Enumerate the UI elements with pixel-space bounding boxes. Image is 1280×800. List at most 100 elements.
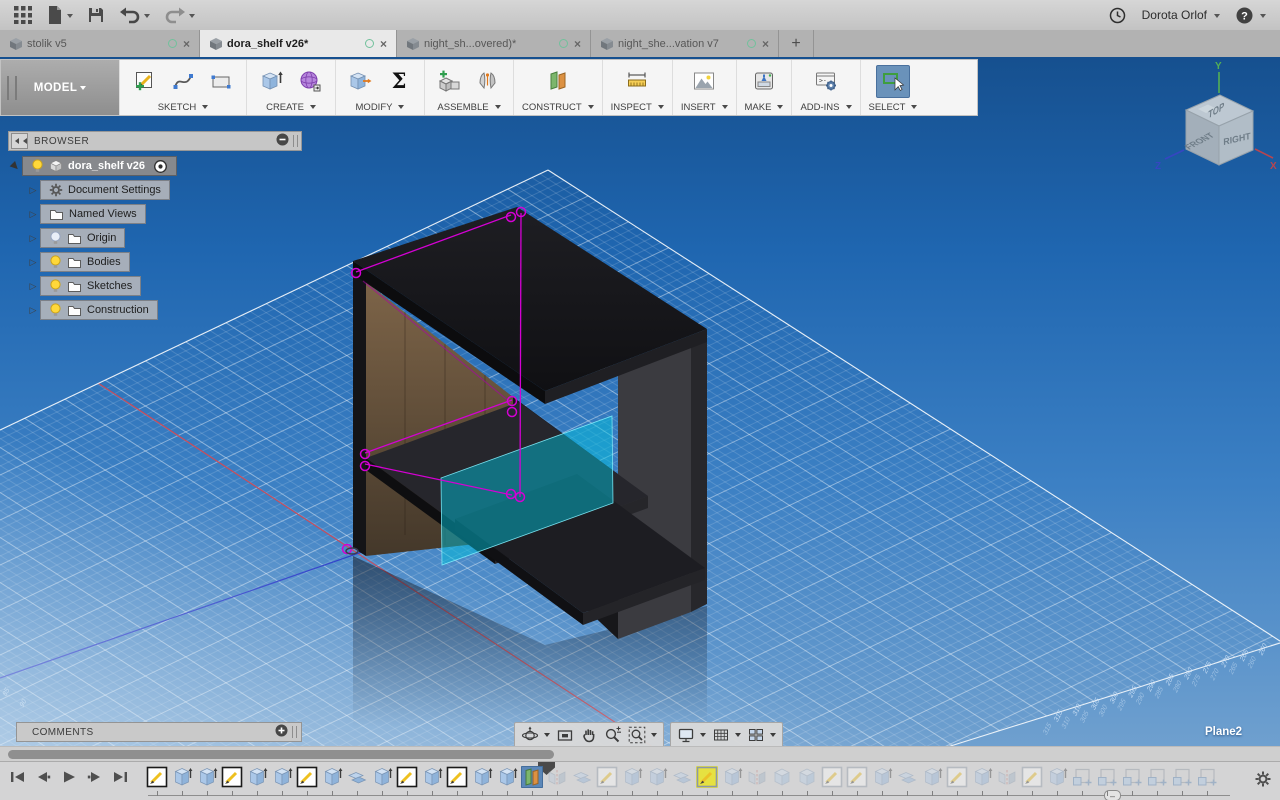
zoom-tool-icon[interactable] <box>601 726 625 744</box>
expand-caret-icon[interactable]: ▷ <box>26 185 40 196</box>
timeline-feature-component-icon[interactable] <box>1146 766 1168 788</box>
timeline-feature-extrude-icon[interactable] <box>421 766 443 788</box>
tab-close-icon[interactable]: × <box>762 38 769 50</box>
app-grid-icon[interactable] <box>14 4 32 26</box>
tab-close-icon[interactable]: × <box>183 38 190 50</box>
timeline-feature-extrude-icon[interactable] <box>271 766 293 788</box>
help-menu[interactable]: ? <box>1236 4 1266 26</box>
toolbar-menu-create[interactable]: CREATE <box>266 99 316 115</box>
browser-item-construction[interactable]: Construction <box>40 300 158 320</box>
browser-item-origin[interactable]: Origin <box>40 228 126 248</box>
undo-icon[interactable] <box>119 4 141 26</box>
view-cube[interactable]: TOP FRONT RIGHT Y X Z <box>1152 57 1280 179</box>
pan-tool-icon[interactable] <box>577 726 601 744</box>
activate-target-icon[interactable] <box>153 159 168 174</box>
display-settings-tool-icon[interactable] <box>674 726 709 744</box>
tool-extrude-icon[interactable] <box>255 65 289 98</box>
timeline-feature-extrude-icon[interactable] <box>471 766 493 788</box>
toolbar-menu-insert[interactable]: INSERT <box>681 99 728 115</box>
document-tab[interactable]: night_she...vation v7 × <box>591 30 779 57</box>
timeline-feature-extrude-icon[interactable] <box>646 766 668 788</box>
timeline-feature-mirror-icon[interactable] <box>746 766 768 788</box>
toolbar-menu-make[interactable]: MAKE <box>745 99 784 115</box>
workspace-menu[interactable]: MODEL <box>1 60 119 115</box>
document-tab[interactable]: stolik v5 × <box>0 30 200 57</box>
timeline-feature-plane-icon[interactable] <box>521 766 543 788</box>
timeline-feature-component-icon[interactable] <box>1171 766 1193 788</box>
timeline-feature-sketch-icon[interactable] <box>696 766 718 788</box>
timeline-feature-extrude-icon[interactable] <box>921 766 943 788</box>
timeline-step-forward-button[interactable] <box>87 770 102 784</box>
timeline-feature-box-icon[interactable] <box>771 766 793 788</box>
comments-grip[interactable] <box>292 726 297 738</box>
timeline-feature-sketch-icon[interactable] <box>146 766 168 788</box>
toolbar-menu-select[interactable]: SELECT <box>869 99 918 115</box>
timeline-feature-combine-icon[interactable] <box>896 766 918 788</box>
tool-parameters-sigma-icon[interactable]: Σ <box>382 65 416 98</box>
timeline-feature-sketch-icon[interactable] <box>296 766 318 788</box>
tool-scripts-add-ins-icon[interactable]: >- <box>809 65 843 98</box>
timeline-feature-extrude-icon[interactable] <box>171 766 193 788</box>
tool-print-3d-icon[interactable] <box>747 65 781 98</box>
fit-tool-icon[interactable] <box>625 726 660 744</box>
toolbar-menu-add-ins[interactable]: ADD-INS <box>800 99 852 115</box>
expand-caret-icon[interactable]: ▷ <box>26 281 40 292</box>
timeline-scrollbar-track[interactable] <box>0 746 1280 761</box>
timeline-feature-extrude-icon[interactable] <box>621 766 643 788</box>
timeline-feature-sketch-icon[interactable] <box>946 766 968 788</box>
timeline-feature-extrude-icon[interactable] <box>721 766 743 788</box>
browser-minimize-icon[interactable] <box>276 133 289 149</box>
browser-item-dora-shelf-v26[interactable]: dora_shelf v26 <box>22 156 178 176</box>
browser-grip[interactable] <box>293 135 298 147</box>
timeline-feature-box-icon[interactable] <box>796 766 818 788</box>
timeline-feature-component-icon[interactable] <box>1196 766 1218 788</box>
save-icon[interactable] <box>87 4 105 26</box>
document-tab[interactable]: dora_shelf v26* × <box>200 30 397 57</box>
timeline-feature-extrude-icon[interactable] <box>871 766 893 788</box>
timeline-feature-combine-icon[interactable] <box>571 766 593 788</box>
undo-caret-icon[interactable] <box>144 13 150 21</box>
tool-form-icon[interactable] <box>293 65 327 98</box>
expand-caret-icon[interactable]: ▷ <box>26 209 40 220</box>
visibility-bulb-icon[interactable] <box>31 158 44 174</box>
visibility-bulb-icon[interactable] <box>49 230 62 246</box>
expand-caret-icon[interactable]: ▷ <box>26 233 40 244</box>
tool-joint-icon[interactable] <box>471 65 505 98</box>
timeline-feature-extrude-icon[interactable] <box>321 766 343 788</box>
timeline-feature-combine-icon[interactable] <box>671 766 693 788</box>
timeline-feature-mirror-icon[interactable] <box>996 766 1018 788</box>
toolbar-menu-construct[interactable]: CONSTRUCT <box>522 99 594 115</box>
expand-caret-icon[interactable]: ▷ <box>26 257 40 268</box>
toolbar-menu-inspect[interactable]: INSPECT <box>611 99 664 115</box>
timeline-feature-sketch-icon[interactable] <box>596 766 618 788</box>
timeline-feature-extrude-icon[interactable] <box>971 766 993 788</box>
visibility-bulb-icon[interactable] <box>49 278 62 294</box>
timeline-feature-component-icon[interactable] <box>1071 766 1093 788</box>
orbit-tool-icon[interactable] <box>518 726 553 744</box>
browser-item-named-views[interactable]: Named Views <box>40 204 146 224</box>
timeline-feature-mirror-icon[interactable] <box>546 766 568 788</box>
viewport-3d[interactable]: 2602602652652702702752752802802852852902… <box>0 57 1280 746</box>
timeline-settings-gear-icon[interactable] <box>1254 770 1272 793</box>
tool-measure-icon[interactable] <box>620 65 654 98</box>
timeline-feature-extrude-icon[interactable] <box>196 766 218 788</box>
job-status-clock-icon[interactable] <box>1109 4 1126 26</box>
timeline-feature-sketch-icon[interactable] <box>821 766 843 788</box>
toolbar-menu-assemble[interactable]: ASSEMBLE <box>437 99 501 115</box>
timeline-feature-extrude-icon[interactable] <box>371 766 393 788</box>
tab-close-icon[interactable]: × <box>574 38 581 50</box>
comments-add-icon[interactable] <box>275 724 288 740</box>
timeline-step-back-button[interactable] <box>36 770 51 784</box>
viewports-tool-icon[interactable] <box>744 726 779 744</box>
comments-bar[interactable]: COMMENTS <box>16 722 302 742</box>
timeline-feature-sketch-icon[interactable] <box>221 766 243 788</box>
tool-select-window-icon[interactable] <box>875 64 910 98</box>
new-tab-button[interactable]: + <box>779 30 814 57</box>
file-menu-icon[interactable] <box>46 4 64 26</box>
tool-press-pull-icon[interactable] <box>344 65 378 98</box>
toolbar-menu-sketch[interactable]: SKETCH <box>158 99 209 115</box>
browser-item-document-settings[interactable]: Document Settings <box>40 180 170 200</box>
tool-rectangle-icon[interactable] <box>204 65 238 98</box>
timeline-feature-component-icon[interactable] <box>1121 766 1143 788</box>
timeline-feature-extrude-icon[interactable] <box>246 766 268 788</box>
